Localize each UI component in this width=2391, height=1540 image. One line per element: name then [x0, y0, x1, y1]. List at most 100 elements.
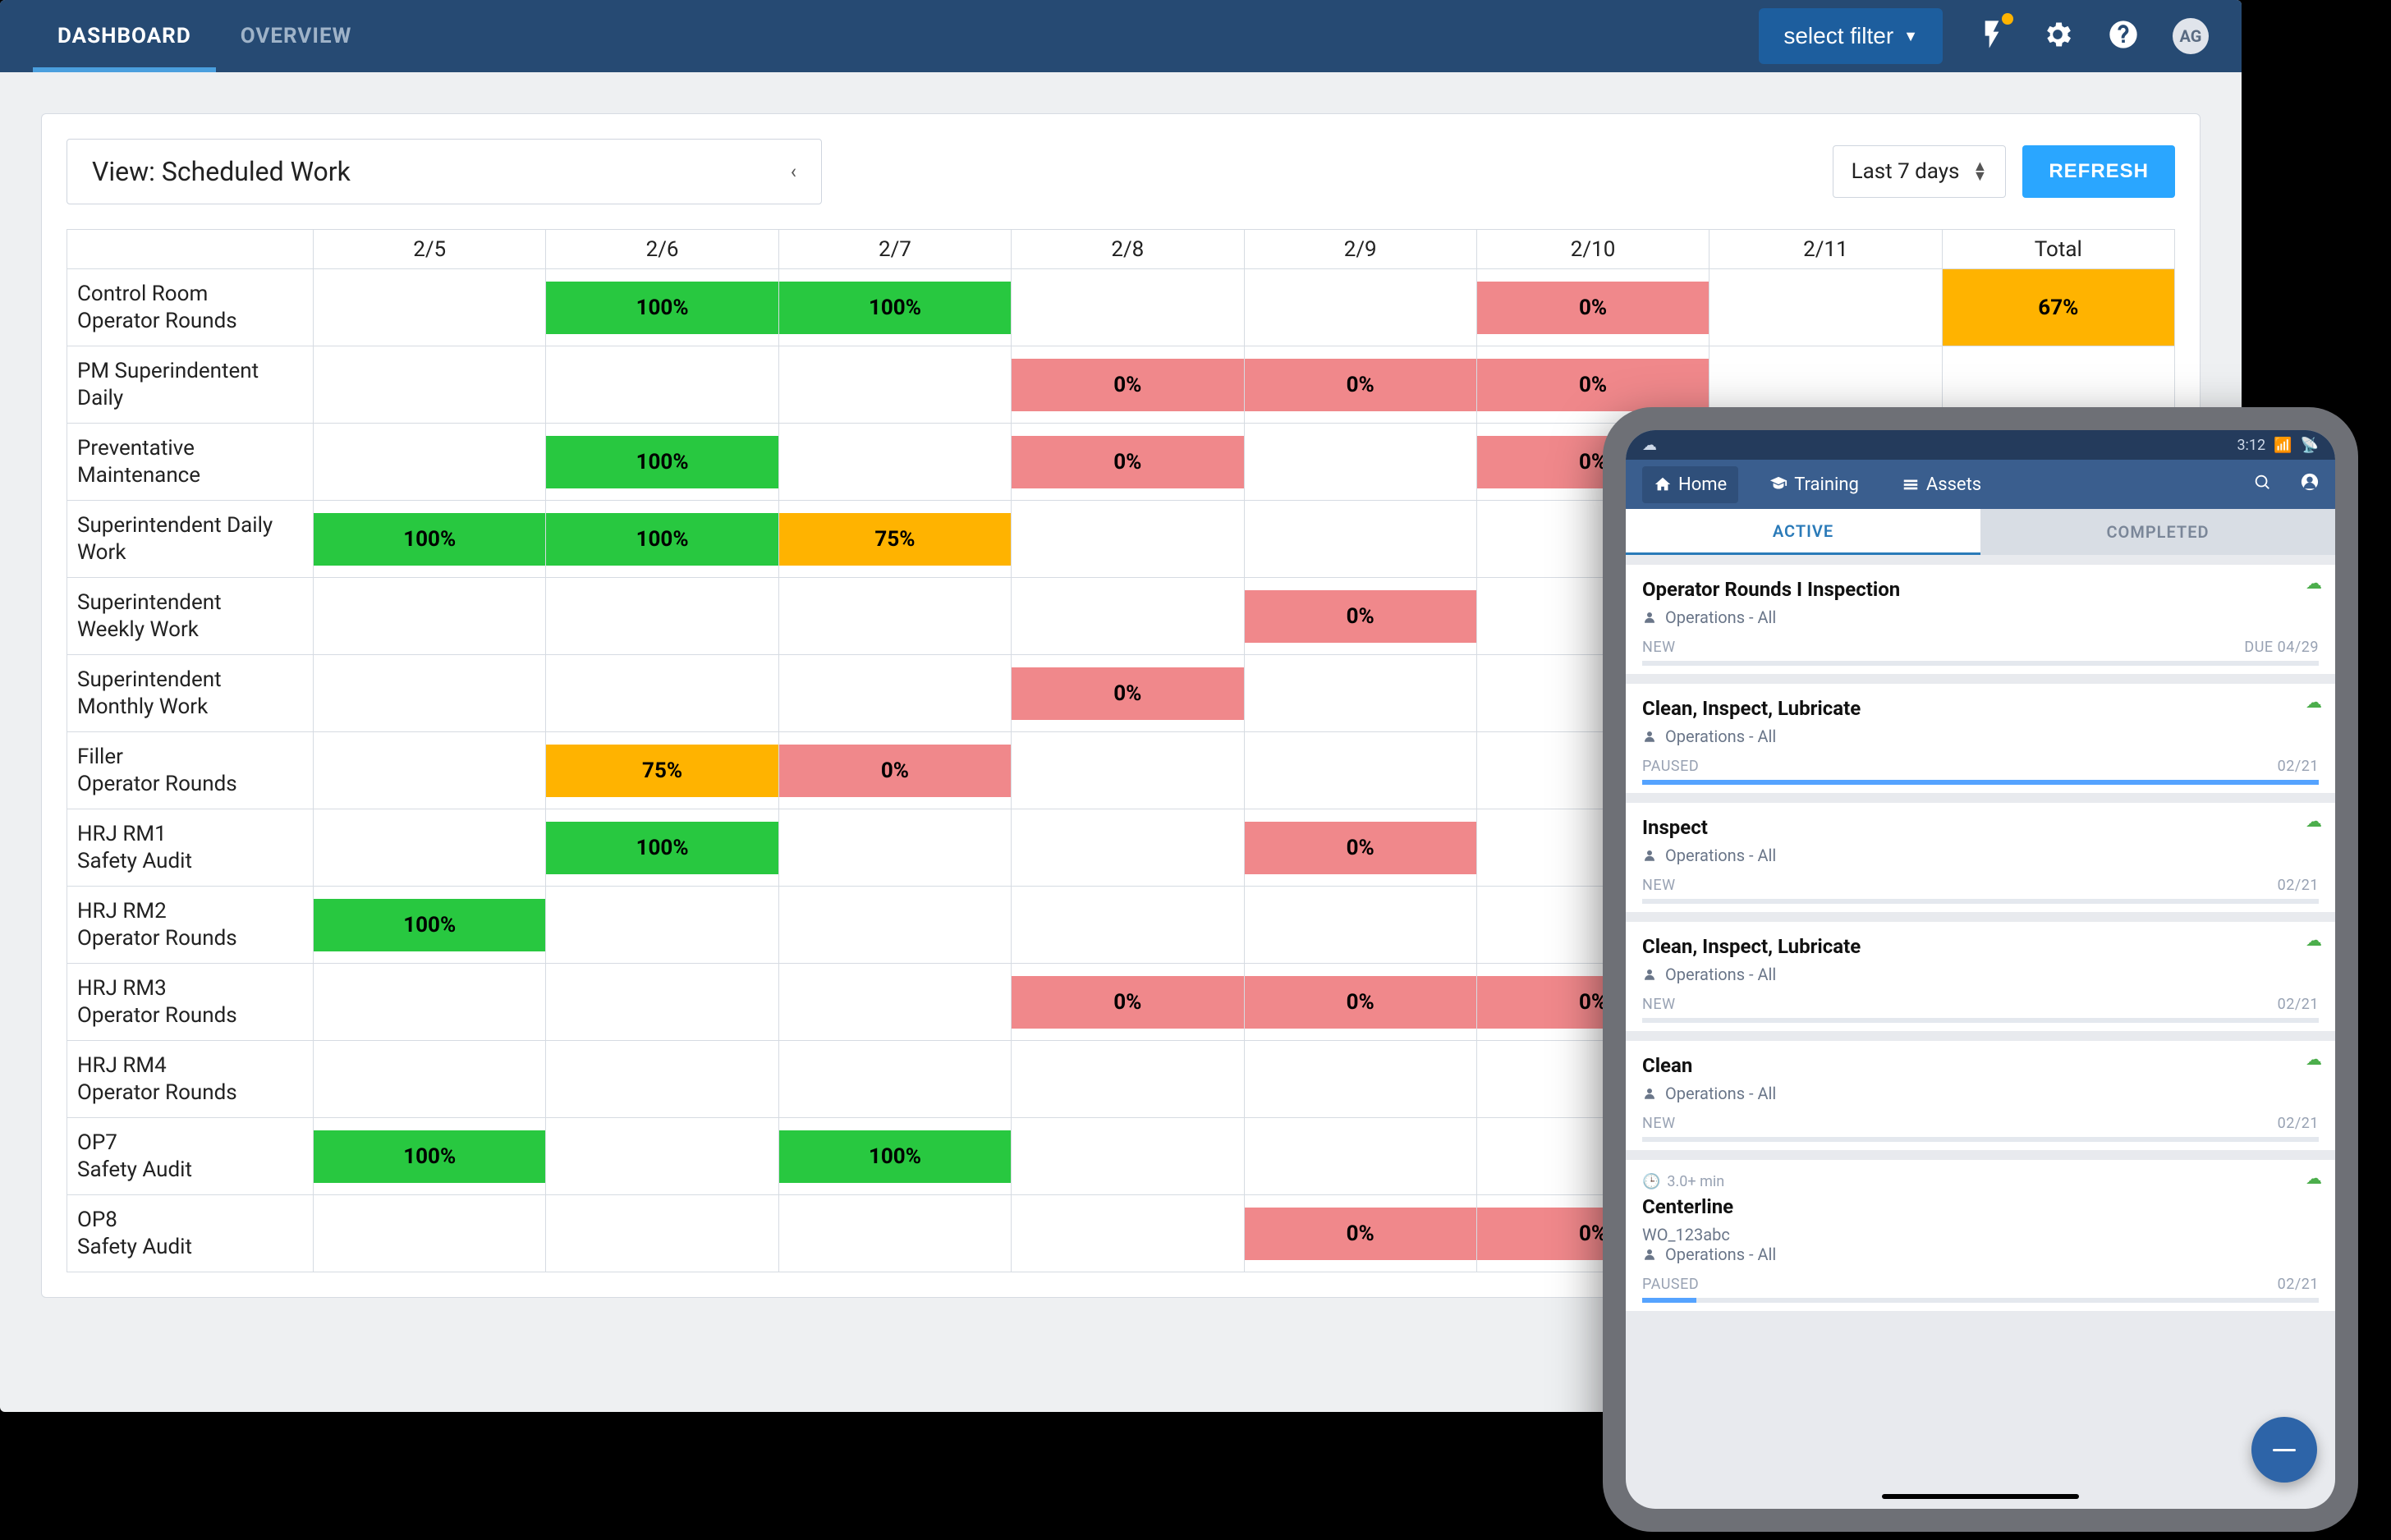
- assets-icon: [1902, 475, 1920, 493]
- person-icon: [1642, 1086, 1657, 1101]
- task-org: Operations - All: [1642, 846, 2319, 865]
- tablet-navbar: Home Training Assets: [1626, 460, 2335, 509]
- grid-cell: [314, 424, 546, 501]
- nav-home-label: Home: [1678, 474, 1727, 495]
- person-icon: [1642, 1247, 1657, 1262]
- search-icon[interactable]: [2253, 473, 2271, 496]
- task-status: NEW: [1642, 1115, 1676, 1132]
- avatar[interactable]: AG: [2173, 18, 2209, 54]
- grid-cell: 75%: [778, 501, 1011, 578]
- grid-cell: [314, 964, 546, 1041]
- tab-active-label: ACTIVE: [1773, 521, 1833, 541]
- task-card[interactable]: ☁Clean, Inspect, LubricateOperations - A…: [1626, 922, 2335, 1031]
- grid-cell: [546, 1195, 778, 1272]
- row-label: PM SuperindententDaily: [67, 346, 314, 424]
- tab-dashboard[interactable]: DASHBOARD: [33, 0, 216, 72]
- grid-cell: [778, 887, 1011, 964]
- row-label: OP7Safety Audit: [67, 1118, 314, 1195]
- row-label: Control RoomOperator Rounds: [67, 269, 314, 346]
- clock-icon: 🕒: [1642, 1173, 1660, 1190]
- tab-completed[interactable]: COMPLETED: [1980, 509, 2335, 555]
- tab-dashboard-label: DASHBOARD: [57, 24, 191, 48]
- grid-cell: [314, 655, 546, 732]
- row-label: SuperintendentMonthly Work: [67, 655, 314, 732]
- task-title: Clean, Inspect, Lubricate: [1642, 935, 2319, 958]
- task-card[interactable]: ☁Clean, Inspect, LubricateOperations - A…: [1626, 684, 2335, 793]
- tab-active[interactable]: ACTIVE: [1626, 509, 1980, 555]
- task-status: PAUSED: [1642, 758, 1699, 775]
- grid-cell: [778, 809, 1011, 887]
- tab-completed-label: COMPLETED: [2106, 522, 2209, 542]
- tablet-status-bar: ☁ 3:12 📶 📡: [1626, 430, 2335, 460]
- notification-dot: [2002, 13, 2013, 25]
- task-org: Operations - All: [1642, 726, 2319, 746]
- grid-cell: [1012, 1195, 1244, 1272]
- grid-cell: [1012, 809, 1244, 887]
- grid-cell: [314, 732, 546, 809]
- select-filter-button[interactable]: select filter ▼: [1759, 8, 1943, 64]
- grid-cell: 0%: [1244, 578, 1476, 655]
- task-card[interactable]: ☁InspectOperations - AllNEW02/21: [1626, 803, 2335, 912]
- sync-cloud-icon: ☁: [2306, 811, 2322, 831]
- task-org: Operations - All: [1642, 1084, 2319, 1103]
- grid-cell: 100%: [546, 424, 778, 501]
- help-icon[interactable]: [2107, 18, 2140, 54]
- task-due: 02/21: [2278, 877, 2319, 894]
- person-icon: [1642, 848, 1657, 863]
- task-duration: 🕒3.0+ min: [1642, 1173, 2319, 1190]
- grid-cell: [1244, 887, 1476, 964]
- grid-cell: [1012, 1118, 1244, 1195]
- grid-column-header: 2/9: [1244, 230, 1476, 269]
- grid-cell: [314, 809, 546, 887]
- nav-home[interactable]: Home: [1642, 466, 1738, 503]
- grid-cell: 100%: [314, 501, 546, 578]
- select-filter-label: select filter: [1783, 23, 1893, 49]
- fab-menu-button[interactable]: [2251, 1417, 2317, 1483]
- task-progress-bar: [1642, 899, 2319, 904]
- grid-cell: [778, 424, 1011, 501]
- task-org: Operations - All: [1642, 1244, 2319, 1264]
- grid-cell: [1244, 732, 1476, 809]
- grid-cell: [778, 346, 1011, 424]
- grid-cell: [778, 1041, 1011, 1118]
- tab-overview[interactable]: OVERVIEW: [216, 0, 377, 72]
- nav-training[interactable]: Training: [1758, 466, 1870, 503]
- grid-cell: 100%: [546, 269, 778, 346]
- task-due: 02/21: [2278, 1115, 2319, 1132]
- task-progress-bar: [1642, 780, 2319, 785]
- cloud-status-icon: ☁: [1642, 437, 1657, 454]
- task-card[interactable]: ☁🕒3.0+ minCenterlineWO_123abcOperations …: [1626, 1160, 2335, 1311]
- view-select[interactable]: View: Scheduled Work ‹: [67, 139, 822, 204]
- row-label: HRJ RM3Operator Rounds: [67, 964, 314, 1041]
- grid-cell: 100%: [778, 269, 1011, 346]
- grid-column-header: 2/11: [1709, 230, 1942, 269]
- user-icon[interactable]: [2301, 473, 2319, 496]
- notifications-icon[interactable]: [1976, 18, 2008, 54]
- grid-cell: 0%: [1012, 655, 1244, 732]
- refresh-button[interactable]: REFRESH: [2022, 145, 2175, 198]
- grid-cell: 0%: [1012, 346, 1244, 424]
- task-card[interactable]: ☁CleanOperations - AllNEW02/21: [1626, 1041, 2335, 1150]
- nav-training-label: Training: [1794, 474, 1859, 495]
- updown-icon: ▲▼: [1972, 163, 1987, 181]
- task-card[interactable]: ☁Operator Rounds I InspectionOperations …: [1626, 565, 2335, 674]
- grid-column-header: 2/6: [546, 230, 778, 269]
- task-due: 02/21: [2278, 1276, 2319, 1293]
- topbar: DASHBOARD OVERVIEW select filter ▼ AG: [0, 0, 2242, 72]
- task-status: NEW: [1642, 639, 1676, 656]
- task-code: WO_123abc: [1642, 1225, 2319, 1244]
- date-range-select[interactable]: Last 7 days ▲▼: [1833, 145, 2007, 198]
- grid-column-header: 2/7: [778, 230, 1011, 269]
- grid-cell: [546, 346, 778, 424]
- topbar-icons: AG: [1976, 18, 2209, 54]
- grid-cell: 100%: [546, 501, 778, 578]
- nav-assets[interactable]: Assets: [1890, 466, 1993, 503]
- gear-icon[interactable]: [2041, 18, 2074, 54]
- row-label: PreventativeMaintenance: [67, 424, 314, 501]
- top-tabs: DASHBOARD OVERVIEW: [33, 0, 376, 72]
- row-label: Superintendent DailyWork: [67, 501, 314, 578]
- grid-cell: [1012, 269, 1244, 346]
- grid-cell: 0%: [1476, 269, 1709, 346]
- grid-cell: [1244, 501, 1476, 578]
- person-icon: [1642, 610, 1657, 625]
